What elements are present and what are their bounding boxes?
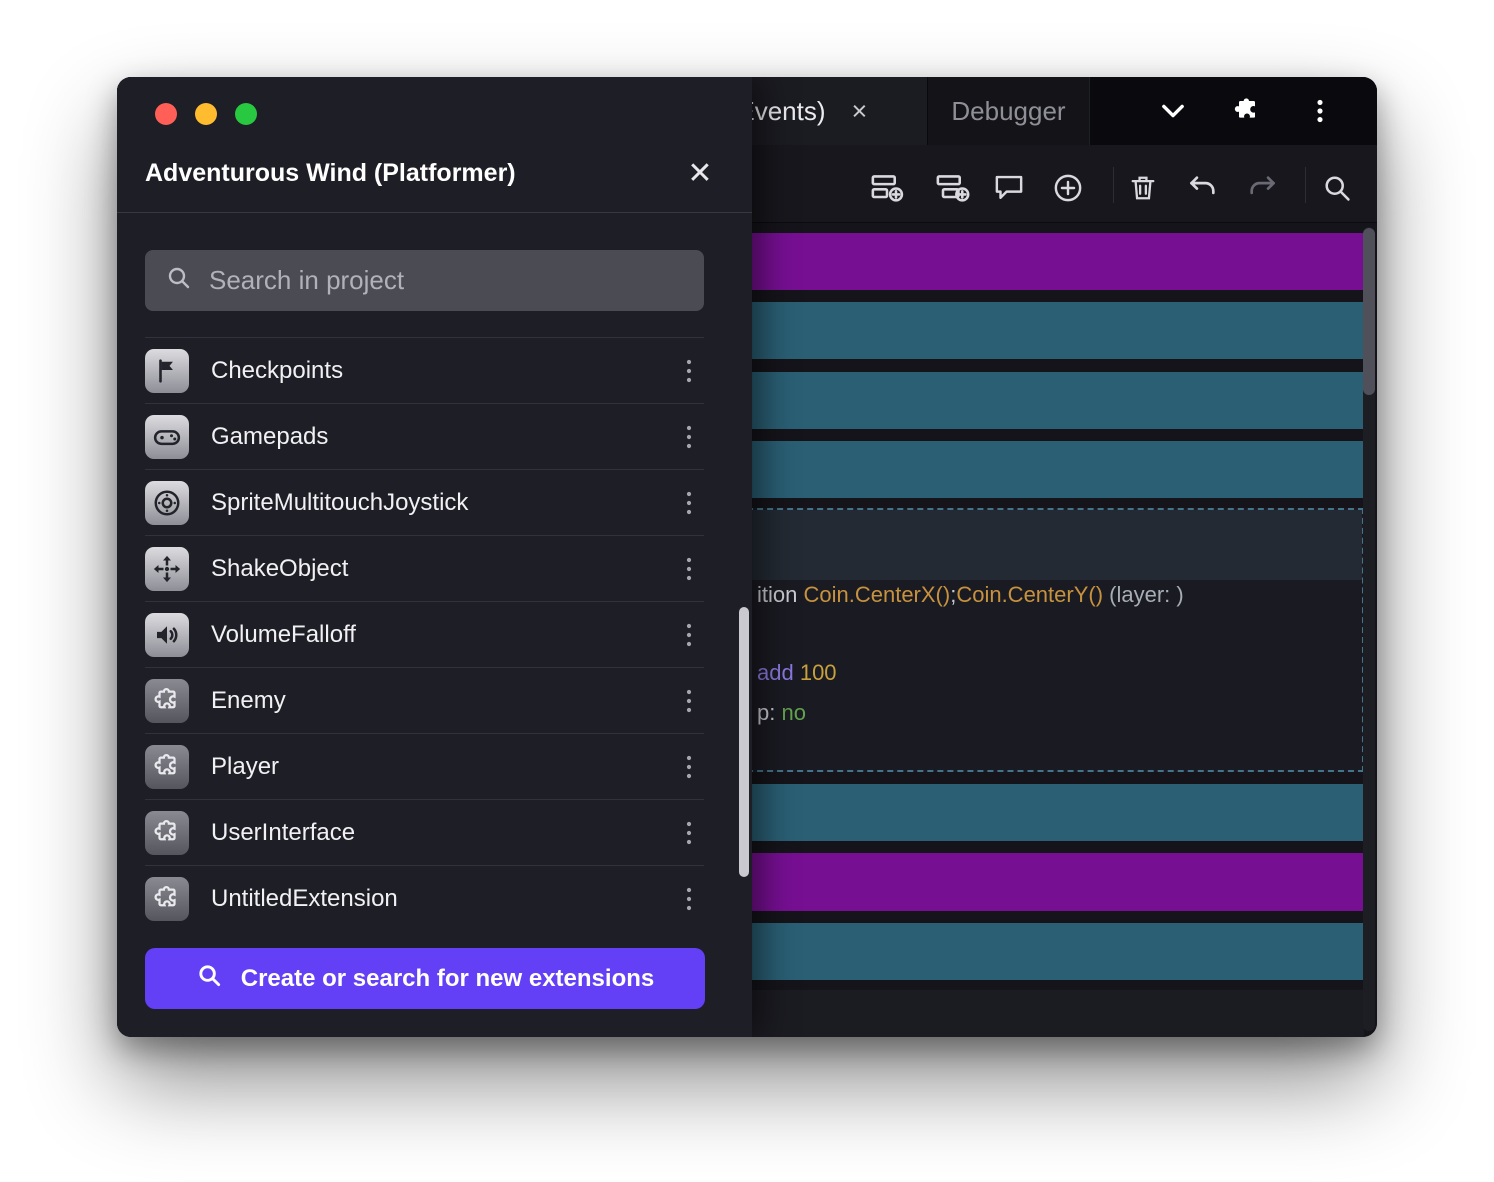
redo-icon[interactable]: [1240, 166, 1284, 210]
event-row-teal[interactable]: [717, 302, 1364, 359]
row-kebab-menu-icon[interactable]: [674, 886, 704, 912]
toolbar-divider: [1305, 167, 1306, 203]
extension-row-gamepads[interactable]: Gamepads: [145, 403, 704, 469]
move-arrows-icon: [145, 547, 189, 591]
event-action-line-add: add 100: [757, 660, 837, 686]
extension-row-checkpoints[interactable]: Checkpoints: [145, 337, 704, 403]
extensions-panel: Adventurous Wind (Platformer) ✕ Checkpoi…: [117, 77, 752, 1037]
panel-title: Adventurous Wind (Platformer): [145, 159, 516, 188]
puzzle-icon: [145, 877, 189, 921]
panel-close-icon[interactable]: ✕: [682, 155, 718, 191]
event-row-teal[interactable]: [717, 372, 1364, 429]
code-keyword: add: [757, 660, 800, 685]
search-input[interactable]: [209, 265, 684, 296]
flag-icon: [145, 349, 189, 393]
row-kebab-menu-icon[interactable]: [674, 820, 704, 846]
row-kebab-menu-icon[interactable]: [674, 622, 704, 648]
joystick-icon: [145, 481, 189, 525]
row-kebab-menu-icon[interactable]: [674, 358, 704, 384]
selected-event-block[interactable]: ition Coin.CenterX();Coin.CenterY() (lay…: [717, 508, 1364, 772]
puzzle-icon: [145, 745, 189, 789]
search-icon: [165, 264, 193, 297]
event-row-teal[interactable]: [717, 923, 1364, 980]
macos-close-button[interactable]: [155, 103, 177, 125]
delete-icon[interactable]: [1121, 166, 1165, 210]
puzzle-icon: [145, 811, 189, 855]
row-kebab-menu-icon[interactable]: [674, 688, 704, 714]
add-comment-icon[interactable]: [987, 166, 1031, 210]
event-row-teal[interactable]: [717, 784, 1364, 841]
extension-row-shakeobject[interactable]: ShakeObject: [145, 535, 704, 601]
extensions-puzzle-icon[interactable]: [1231, 95, 1263, 127]
extension-label: Player: [211, 753, 279, 781]
macos-zoom-button[interactable]: [235, 103, 257, 125]
kebab-menu-icon[interactable]: [1305, 96, 1335, 126]
tab-debugger-label: Debugger: [951, 96, 1065, 127]
code-number: 100: [800, 660, 837, 685]
event-row-partial[interactable]: [717, 990, 1364, 1037]
events-scrollbar-thumb[interactable]: [1363, 228, 1375, 395]
page-background: (Events) × Debugger: [0, 0, 1494, 1182]
event-action-line-loop: p: no: [757, 700, 806, 726]
macos-minimize-button[interactable]: [195, 103, 217, 125]
extension-label: SpriteMultitouchJoystick: [211, 489, 468, 517]
extension-label: VolumeFalloff: [211, 621, 356, 649]
add-other-icon[interactable]: [1046, 166, 1090, 210]
extension-label: ShakeObject: [211, 555, 348, 583]
event-action-line-position: ition Coin.CenterX();Coin.CenterY() (lay…: [757, 582, 1184, 608]
row-kebab-menu-icon[interactable]: [674, 556, 704, 582]
code-boolean: no: [781, 700, 805, 725]
search-icon: [196, 962, 223, 996]
extension-label: UserInterface: [211, 819, 355, 847]
search-events-icon[interactable]: [1315, 166, 1359, 210]
create-extension-button-label: Create or search for new extensions: [241, 965, 654, 993]
project-search[interactable]: [145, 250, 704, 311]
code-expression: Coin.CenterX(): [803, 582, 950, 607]
code-text: p:: [757, 700, 781, 725]
app-window: (Events) × Debugger: [117, 77, 1377, 1037]
extension-row-player[interactable]: Player: [145, 733, 704, 799]
selected-event-conditions: [719, 510, 1362, 580]
code-text: ition: [757, 582, 803, 607]
puzzle-icon: [145, 679, 189, 723]
extension-row-multitouch-joystick[interactable]: SpriteMultitouchJoystick: [145, 469, 704, 535]
extension-label: Enemy: [211, 687, 286, 715]
extension-row-volumefalloff[interactable]: VolumeFalloff: [145, 601, 704, 667]
event-row-purple[interactable]: [717, 233, 1364, 290]
extension-row-untitledextension[interactable]: UntitledExtension: [145, 865, 704, 931]
chevron-down-icon[interactable]: [1157, 95, 1189, 127]
event-row-teal[interactable]: [717, 441, 1364, 498]
extension-row-enemy[interactable]: Enemy: [145, 667, 704, 733]
row-kebab-menu-icon[interactable]: [674, 424, 704, 450]
tab-debugger[interactable]: Debugger: [928, 77, 1090, 145]
speaker-icon: [145, 613, 189, 657]
extension-label: Checkpoints: [211, 357, 343, 385]
create-extension-button[interactable]: Create or search for new extensions: [145, 948, 705, 1009]
panel-header: Adventurous Wind (Platformer) ✕: [117, 135, 752, 213]
topbar-actions: [1115, 77, 1377, 145]
extension-label: UntitledExtension: [211, 885, 398, 913]
undo-icon[interactable]: [1181, 166, 1225, 210]
gamepad-icon: [145, 415, 189, 459]
extension-label: Gamepads: [211, 423, 328, 451]
add-event-below-icon[interactable]: [930, 166, 974, 210]
code-layer-suffix: (layer: ): [1103, 582, 1184, 607]
row-kebab-menu-icon[interactable]: [674, 490, 704, 516]
extension-row-userinterface[interactable]: UserInterface: [145, 799, 704, 865]
toolbar-divider: [1113, 167, 1114, 203]
event-row-purple[interactable]: [717, 853, 1364, 911]
row-kebab-menu-icon[interactable]: [674, 754, 704, 780]
tab-events-close-icon[interactable]: ×: [852, 98, 868, 125]
code-expression: Coin.CenterY(): [956, 582, 1103, 607]
panel-scrollbar-thumb[interactable]: [739, 607, 749, 877]
add-subevent-icon[interactable]: [865, 166, 909, 210]
